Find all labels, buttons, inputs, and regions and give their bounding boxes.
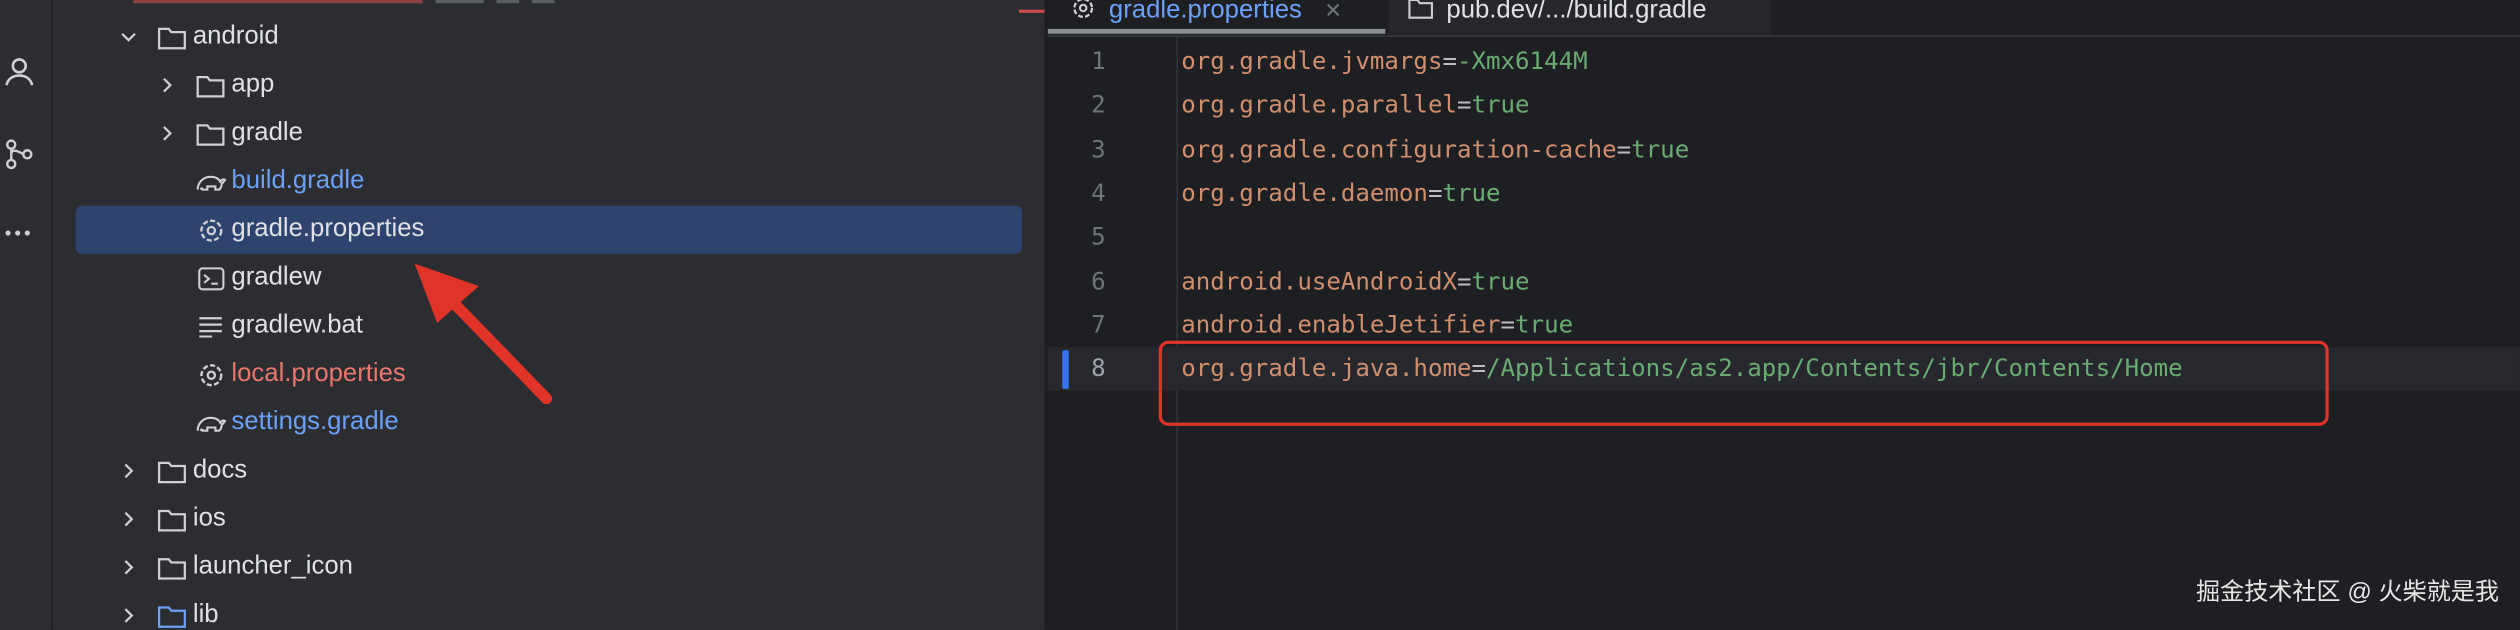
gear-icon [1070,0,1096,28]
property-value: true [1631,134,1690,164]
code-line[interactable]: 4 org.gradle.daemon=true [1048,172,2520,215]
code-line[interactable]: 6 android.useAndroidX=true [1048,260,2520,303]
code-editor[interactable]: 1 org.gradle.jvmargs=-Xmx6144M 2 org.gradle… [1047,36,2520,630]
property-key: org.gradle.configuration-cache [1181,134,1617,164]
line-number: 1 [1091,46,1106,76]
equals-sign: = [1500,309,1516,339]
code-line[interactable]: 2 org.gradle.parallel=true [1048,84,2520,127]
code-text: org.gradle.configuration-cache=true [1181,128,1689,171]
close-icon[interactable]: ✕ [1324,0,1342,24]
property-value: -Xmx6144M [1456,46,1588,76]
property-key: org.gradle.jvmargs [1181,46,1443,76]
property-value: true [1442,178,1501,208]
line-number: 2 [1091,90,1106,120]
line-number: 7 [1091,309,1106,339]
code-line[interactable]: 1 org.gradle.jvmargs=-Xmx6144M [1048,40,2520,83]
tab-label: gradle.properties [1108,0,1302,25]
property-key: android.enableJetifier [1181,309,1501,339]
line-number: 8 [1091,353,1106,383]
code-text: org.gradle.daemon=true [1181,172,1500,215]
equals-sign: = [1456,90,1472,120]
watermark: 掘金技术社区 @ 火柴就是我 [2195,578,2500,606]
property-value: true [1471,90,1530,120]
line-number: 4 [1091,178,1106,208]
equals-sign: = [1427,178,1443,208]
code-text: org.gradle.parallel=true [1181,84,1529,127]
annotation-highlight-box [1158,340,2329,426]
property-key: org.gradle.parallel [1181,90,1457,120]
folder-icon [1408,0,1434,27]
active-tab-indicator [1047,28,1386,34]
line-number: 5 [1091,222,1106,252]
equals-sign: = [1456,265,1472,295]
equals-sign: = [1616,134,1632,164]
ide-window: android app gradle build.gradle gradle.prope… [0,0,2520,630]
error-stripe-mark [1018,9,1045,13]
property-key: android.useAndroidX [1181,265,1457,295]
line-number: 6 [1091,265,1106,295]
tab-label: pub.dev/.../build.gradle [1446,0,1707,25]
code-text: org.gradle.jvmargs=-Xmx6144M [1181,40,1587,83]
equals-sign: = [1442,46,1457,76]
code-text: android.useAndroidX=true [1181,260,1529,303]
property-value: true [1471,265,1530,295]
property-value: true [1515,309,1574,339]
line-number: 3 [1091,134,1106,164]
property-key: org.gradle.daemon [1181,178,1428,208]
code-line[interactable]: 3 org.gradle.configuration-cache=true [1048,128,2520,171]
tab-build-gradle[interactable]: pub.dev/.../build.gradle [1388,0,1771,36]
code-line[interactable]: 5 [1048,216,2520,259]
